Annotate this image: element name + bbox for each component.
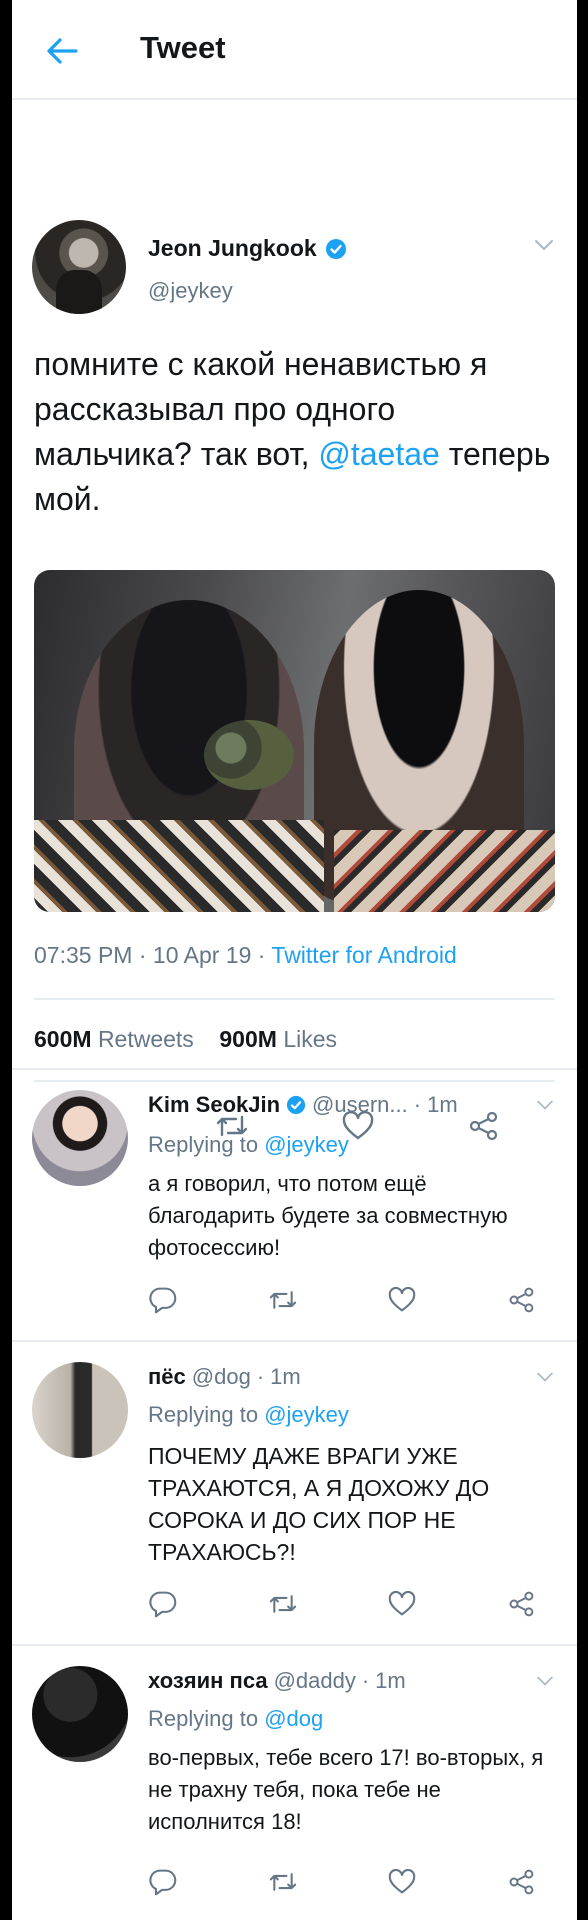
- reply-author-handle[interactable]: @dog: [192, 1364, 251, 1390]
- chevron-down-icon[interactable]: [535, 1674, 555, 1692]
- reply-author-name[interactable]: пёс: [148, 1364, 186, 1390]
- tweet-meta: 07:35 PM · 10 Apr 19 · Twitter for Andro…: [34, 942, 457, 969]
- retweets-label[interactable]: Retweets: [98, 1026, 194, 1052]
- photo-sweater-right: [334, 830, 555, 912]
- author-name-row[interactable]: Jeon Jungkook: [148, 235, 347, 262]
- avatar[interactable]: [32, 220, 126, 314]
- reply-icon[interactable]: [148, 1286, 178, 1314]
- replying-label: Replying to: [148, 1402, 259, 1427]
- tweet-text: помните с какой ненавистью я рассказывал…: [34, 342, 559, 522]
- reply-header: пёс @dog · 1m: [148, 1364, 301, 1390]
- reply-tweet[interactable]: пёс @dog · 1m Replying to @jeykey ПОЧЕМУ…: [12, 1340, 577, 1644]
- tweet-detail-screen: Tweet Jeon Jungkook @jeykey помните с ка…: [12, 0, 577, 1920]
- avatar[interactable]: [32, 1090, 128, 1186]
- chevron-down-icon[interactable]: [533, 238, 555, 257]
- replying-to: Replying to @jeykey: [148, 1402, 349, 1428]
- retweet-icon[interactable]: [267, 1287, 299, 1313]
- like-icon[interactable]: [387, 1591, 417, 1617]
- retweets-count[interactable]: 600M: [34, 1026, 92, 1052]
- share-icon[interactable]: [506, 1868, 536, 1896]
- tweet-photo[interactable]: [34, 570, 555, 912]
- likes-label[interactable]: Likes: [283, 1026, 337, 1052]
- separator-dot: ·: [138, 942, 147, 968]
- replying-to: Replying to @jeykey: [148, 1132, 349, 1158]
- reply-text: а я говорил, что потом ещё благодарить б…: [148, 1171, 508, 1260]
- share-icon[interactable]: [506, 1286, 536, 1314]
- separator-dot: ·: [361, 1668, 370, 1693]
- chevron-down-icon[interactable]: [535, 1370, 555, 1388]
- reply-tweet[interactable]: хозяин пса @daddy · 1m Replying to @dog …: [12, 1644, 577, 1920]
- retweet-icon[interactable]: [267, 1869, 299, 1895]
- retweet-icon[interactable]: [267, 1591, 299, 1617]
- avatar[interactable]: [32, 1666, 128, 1762]
- separator-dot: ·: [257, 942, 266, 968]
- reply-author-name[interactable]: Kim SeokJin: [148, 1092, 280, 1118]
- verified-badge-icon: [325, 238, 346, 259]
- reply-time: 1m: [427, 1092, 458, 1117]
- reply-actions: [148, 1862, 548, 1902]
- reply-author-handle[interactable]: @daddy: [274, 1668, 356, 1694]
- replying-label: Replying to: [148, 1706, 259, 1731]
- replying-label: Replying to: [148, 1132, 259, 1157]
- reply-text: ПОЧЕМУ ДАЖЕ ВРАГИ УЖЕ ТРАХАЮТСЯ, А Я ДОХ…: [148, 1443, 490, 1565]
- share-icon[interactable]: [506, 1590, 536, 1618]
- likes-count[interactable]: 900M: [219, 1026, 277, 1052]
- replying-to-link[interactable]: @dog: [264, 1706, 323, 1731]
- tweet-time: 07:35 PM: [34, 942, 133, 968]
- reply-tweet[interactable]: Kim SeokJin @usern... · 1m Replying to @…: [12, 1068, 577, 1340]
- verified-badge-icon: [286, 1095, 306, 1115]
- replying-to-link[interactable]: @jeykey: [264, 1402, 349, 1427]
- reply-icon[interactable]: [148, 1590, 178, 1618]
- top-bar: Tweet: [12, 0, 577, 100]
- reply-actions: [148, 1584, 548, 1624]
- tweet-date: 10 Apr 19: [152, 942, 252, 968]
- reply-author-handle[interactable]: @usern...: [312, 1092, 408, 1118]
- author-handle[interactable]: @jeykey: [148, 278, 233, 304]
- divider: [34, 998, 555, 1000]
- reply-time: 1m: [375, 1668, 406, 1693]
- reply-time: 1m: [270, 1364, 301, 1389]
- avatar[interactable]: [32, 1362, 128, 1458]
- reply-icon[interactable]: [148, 1868, 178, 1896]
- separator-dot: ·: [256, 1364, 265, 1389]
- mention-link[interactable]: @taetae: [318, 436, 439, 472]
- tweet-stats: 600M Retweets 900M Likes: [34, 1026, 337, 1053]
- reply-text: во-первых, тебе всего 17! во-вторых, я н…: [148, 1745, 544, 1834]
- page-title: Tweet: [140, 30, 226, 65]
- like-icon[interactable]: [387, 1287, 417, 1313]
- replying-to-link[interactable]: @jeykey: [264, 1132, 349, 1157]
- replying-to: Replying to @dog: [148, 1706, 323, 1732]
- reply-actions: [148, 1280, 548, 1320]
- reply-header: Kim SeokJin @usern... · 1m: [148, 1092, 458, 1118]
- photo-sweater-left: [34, 820, 324, 912]
- separator-dot: ·: [413, 1092, 422, 1117]
- tweet-source-link[interactable]: Twitter for Android: [271, 942, 456, 968]
- author-name: Jeon Jungkook: [148, 235, 317, 261]
- reply-header: хозяин пса @daddy · 1m: [148, 1668, 406, 1694]
- like-icon[interactable]: [387, 1869, 417, 1895]
- reply-author-name[interactable]: хозяин пса: [148, 1668, 268, 1694]
- back-arrow-icon[interactable]: [42, 34, 82, 68]
- chevron-down-icon[interactable]: [535, 1098, 555, 1116]
- photo-grapes: [204, 720, 294, 790]
